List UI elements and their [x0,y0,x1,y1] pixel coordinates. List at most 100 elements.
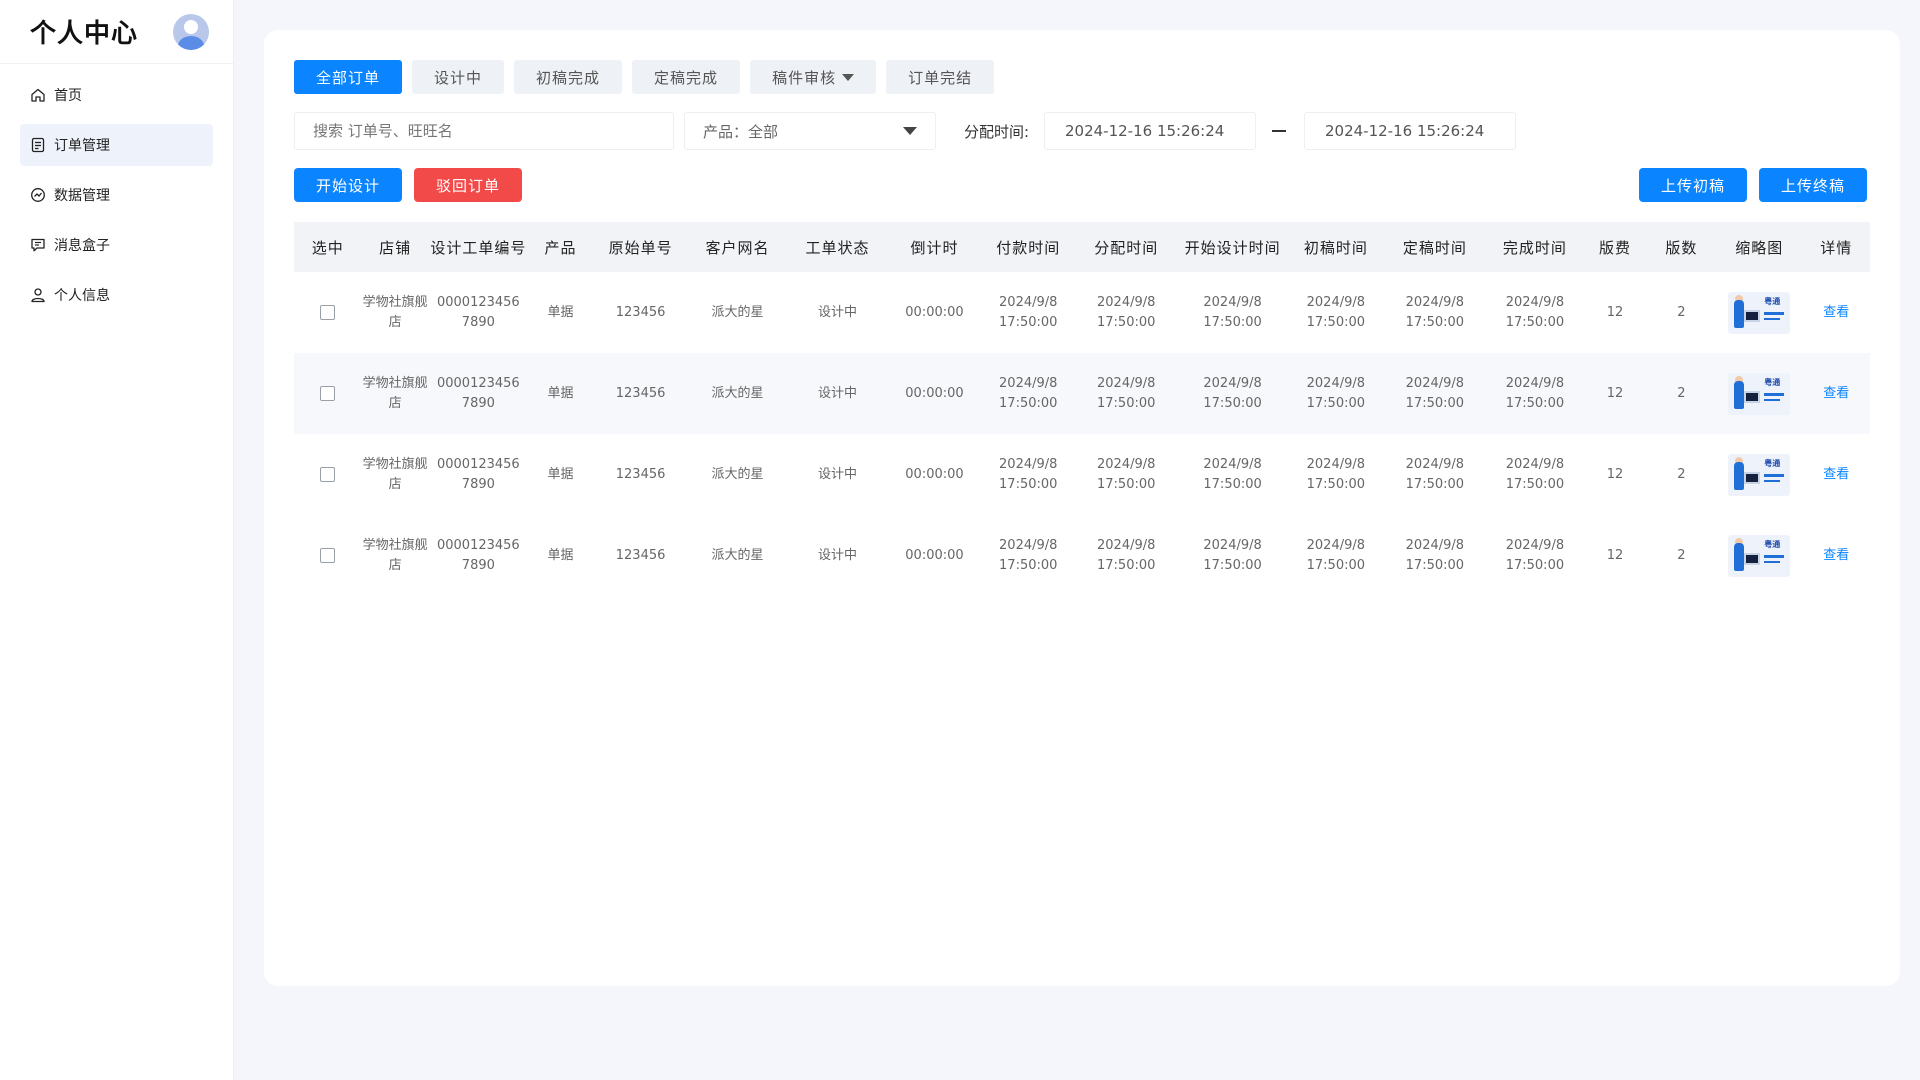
sidebar-item-messages[interactable]: 消息盒子 [20,224,213,266]
table-row: 学物社旗舰店 0000123456 7890 单据 123456 派大的星 设计中… [294,515,1870,596]
product-select[interactable]: 产品：全部 [684,112,936,150]
thumb-person-body [1734,299,1745,328]
final-time-cell: 2024/9/8 17:50:00 [1383,434,1486,515]
search-input[interactable] [294,112,674,150]
row-checkbox[interactable] [320,547,336,563]
thumbnail-image[interactable]: 粤通 [1728,372,1791,415]
date-text: 2024/9/8 [1405,537,1465,553]
sidebar-nav: 首页 订单管理 数据管理 消息盒子 个人信息 [0,64,233,316]
header-order-no: 原始单号 [593,222,688,272]
select-cell [294,272,361,353]
product-cell: 单据 [547,466,574,482]
header-final-time: 定稿时间 [1383,222,1487,272]
date-text: 2024/9/8 [1306,375,1366,391]
final-time-cell: 2024/9/8 17:50:00 [1383,353,1487,434]
start-design-button[interactable]: 开始设计 [294,168,403,202]
date-text: 2024/9/8 [1405,294,1465,310]
pay-time-cell: 2024/9/8 17:50:00 [981,515,1076,596]
time-text: 17:50:00 [1405,395,1465,411]
fee-cell: 12 [1606,547,1624,563]
versions-cell: 2 [1677,466,1686,482]
time-text: 17:50:00 [1097,395,1156,411]
shop-name-line1: 学物社旗舰 [362,294,428,310]
time-text: 17:50:00 [1097,476,1156,492]
versions-cell: 2 [1646,353,1717,434]
detail-cell: 查看 [1802,272,1870,353]
date-text: 2024/9/8 [1203,456,1262,472]
fee-cell: 12 [1606,466,1624,482]
status-cell: 设计中 [818,304,858,320]
thumb-bar [1764,311,1785,315]
date-range-separator [1272,130,1286,132]
shop-name-line2: 店 [388,476,402,492]
date-text: 2024/9/8 [1097,375,1156,391]
order-no-cell: 123456 [615,547,666,563]
view-detail-link[interactable]: 查看 [1823,548,1849,563]
time-text: 17:50:00 [1306,395,1366,411]
document-icon [31,137,45,153]
thumbnail-image[interactable]: 粤通 [1728,534,1791,577]
time-text: 17:50:00 [1203,476,1262,492]
thumbnail-image[interactable]: 粤通 [1728,291,1791,334]
avatar-body-shape [178,35,204,50]
thumbnail-image[interactable]: 粤通 [1728,453,1791,496]
view-detail-link[interactable]: 查看 [1823,467,1849,482]
thumb-person-body [1734,542,1745,571]
pay-time-cell: 2024/9/8 17:50:00 [981,434,1076,515]
draft-time-cell: 2024/9/8 17:50:00 [1288,515,1383,596]
upload-final-button[interactable]: 上传终稿 [1759,168,1868,202]
tab-final-done[interactable]: 定稿完成 [632,60,741,94]
thumb-text: 粤通 [1764,458,1781,468]
row-checkbox[interactable] [320,385,336,401]
time-text: 17:50:00 [999,395,1058,411]
time-text: 17:50:00 [1505,314,1565,330]
start-time-cell: 2024/9/8 17:50:00 [1177,272,1289,353]
tab-designing[interactable]: 设计中 [412,60,505,94]
assign-time-label: 分配时间: [964,122,1030,141]
tab-completed[interactable]: 订单完结 [886,60,995,94]
filter-bar: 产品：全部 分配时间: 2024-12-16 15:26:24 2024-12-… [294,112,1870,150]
order-no-cell: 123456 [593,353,688,434]
row-checkbox[interactable] [320,466,336,482]
header-select: 选中 [294,222,362,272]
reject-order-button[interactable]: 驳回订单 [414,168,523,202]
sidebar-item-data[interactable]: 数据管理 [20,174,213,216]
shop-cell: 学物社旗舰店 [361,434,428,515]
shop-name-line1: 学物社旗舰 [362,456,428,472]
end-date-picker[interactable]: 2024-12-16 15:26:24 [1304,112,1516,150]
status-tabs: 全部订单 设计中 初稿完成 定稿完成 稿件审核 订单完结 [294,60,1004,94]
thumb-bar [1764,317,1781,320]
date-text: 2024/9/8 [1405,375,1465,391]
view-detail-link[interactable]: 查看 [1823,305,1849,320]
view-detail-link[interactable]: 查看 [1823,386,1849,401]
shop-name-line1: 学物社旗舰 [362,537,428,553]
thumb-screen [1744,552,1761,565]
assign-time-cell: 2024/9/8 17:50:00 [1076,434,1177,515]
row-checkbox[interactable] [320,304,336,320]
header-done-time: 完成时间 [1486,222,1584,272]
customer-cell: 派大的星 [687,353,787,434]
sidebar-item-home[interactable]: 首页 [20,74,213,116]
done-time-cell: 2024/9/8 17:50:00 [1486,353,1584,434]
time-text: 17:50:00 [1405,314,1465,330]
date-text: 2024/9/8 [1306,537,1366,553]
upload-draft-button[interactable]: 上传初稿 [1639,168,1748,202]
sidebar-item-orders[interactable]: 订单管理 [20,124,213,166]
tab-review[interactable]: 稿件审核 [750,60,877,94]
table-header-row: 选中 店铺 设计工单编号 产品 原始单号 客户网名 工单状态 倒计时 付款时间 … [294,222,1870,272]
avatar-head-shape [184,19,198,34]
date-text: 2024/9/8 [1306,294,1366,310]
date-text: 2024/9/8 [1306,456,1366,472]
orders-table: 选中 店铺 设计工单编号 产品 原始单号 客户网名 工单状态 倒计时 付款时间 … [294,222,1870,596]
header-draft-time: 初稿时间 [1288,222,1384,272]
countdown-cell: 00:00:00 [905,466,964,482]
start-date-picker[interactable]: 2024-12-16 15:26:24 [1044,112,1256,150]
avatar[interactable] [173,13,209,50]
tab-draft-done[interactable]: 初稿完成 [514,60,623,94]
thumbnail-cell: 粤通 [1716,515,1802,596]
status-cell: 设计中 [787,353,889,434]
tab-all-orders[interactable]: 全部订单 [294,60,403,94]
sidebar-item-profile[interactable]: 个人信息 [20,274,213,316]
shop-name-line2: 店 [388,557,402,573]
thumb-bar [1764,560,1781,563]
